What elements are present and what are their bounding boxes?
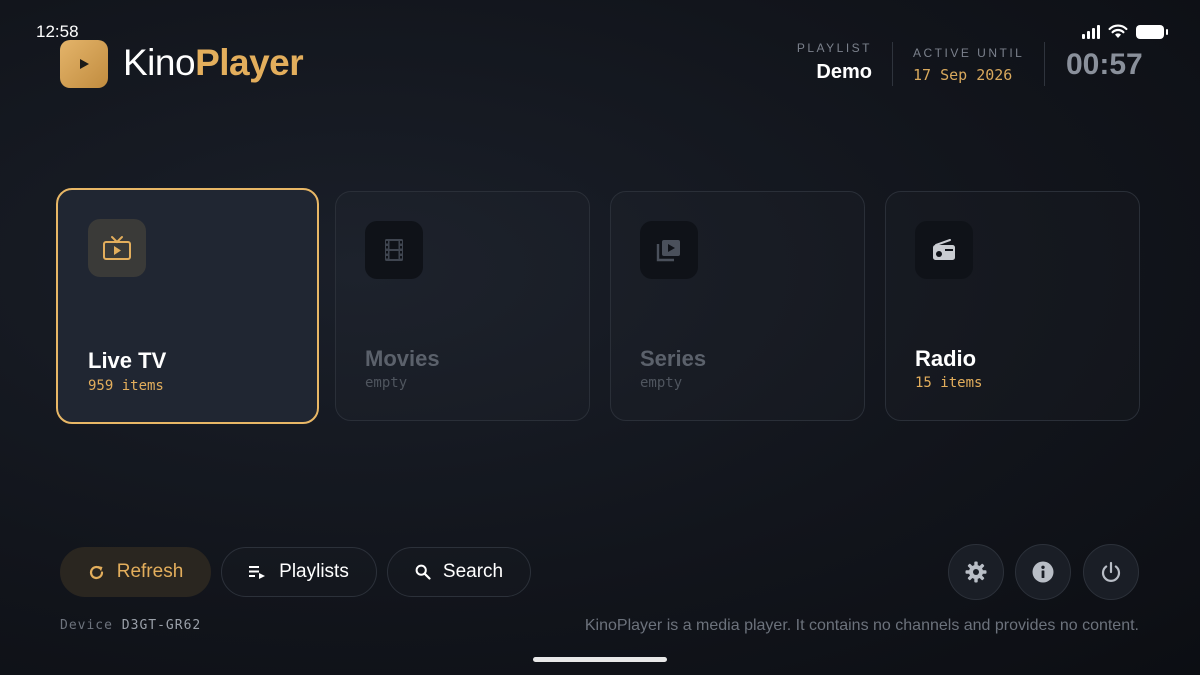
- playlist-info: PLAYLIST Demo: [770, 41, 872, 84]
- app-title: KinoPlayer: [123, 42, 304, 84]
- home-indicator[interactable]: [533, 657, 667, 662]
- info-icon: [1032, 561, 1054, 583]
- card-title: Radio: [915, 346, 977, 371]
- active-until-value: 17 Sep 2026: [913, 66, 1013, 84]
- card-movies[interactable]: Movies empty: [335, 191, 590, 421]
- status-icons: [1082, 24, 1168, 39]
- card-radio[interactable]: Radio 15 items: [885, 191, 1140, 421]
- refresh-button[interactable]: Refresh: [60, 547, 211, 597]
- battery-icon: [1136, 24, 1168, 39]
- info-button[interactable]: [1015, 544, 1071, 600]
- card-subtitle: 959 items: [88, 378, 164, 394]
- active-until-label: ACTIVE UNTIL: [913, 46, 1025, 60]
- device-info: Device D3GT-GR62: [60, 618, 201, 633]
- playlist-value: Demo: [816, 61, 872, 83]
- playlists-label: Playlists: [279, 561, 349, 582]
- header-divider: [892, 42, 893, 86]
- playlist-label: PLAYLIST: [796, 41, 872, 55]
- video-library-icon: [656, 240, 680, 262]
- device-id: D3GT-GR62: [121, 618, 202, 633]
- search-label: Search: [442, 561, 504, 582]
- app-title-part1: Kino: [123, 42, 196, 83]
- settings-button[interactable]: [948, 544, 1004, 600]
- power-icon: [1101, 561, 1121, 582]
- header-clock: 00:57: [1066, 48, 1143, 81]
- card-subtitle: empty: [640, 375, 683, 391]
- refresh-icon: [89, 565, 103, 579]
- search-button[interactable]: Search: [387, 547, 531, 597]
- card-title: Series: [640, 346, 707, 371]
- wifi-icon: [1108, 24, 1128, 38]
- play-icon: [80, 59, 89, 69]
- device-label: Device: [60, 618, 113, 633]
- playlists-button[interactable]: Playlists: [221, 547, 377, 597]
- power-button[interactable]: [1083, 544, 1139, 600]
- card-icon-box: [640, 221, 698, 279]
- card-icon-box: [88, 219, 146, 277]
- card-series[interactable]: Series empty: [610, 191, 865, 421]
- active-until-info: ACTIVE UNTIL 17 Sep 2026: [913, 46, 1024, 84]
- radio-icon: [933, 239, 955, 260]
- tv-icon: [103, 236, 131, 260]
- app-logo: [60, 40, 108, 88]
- film-icon: [385, 239, 403, 261]
- card-icon-box: [915, 221, 973, 279]
- app-title-part2: Player: [195, 42, 304, 83]
- card-title: Live TV: [88, 348, 167, 373]
- refresh-label: Refresh: [116, 561, 184, 582]
- search-icon: [415, 564, 431, 580]
- cell-signal-icon: [1082, 24, 1100, 39]
- card-live-tv[interactable]: Live TV 959 items: [56, 188, 319, 424]
- disclaimer-text: KinoPlayer is a media player. It contain…: [584, 617, 1139, 634]
- card-icon-box: [365, 221, 423, 279]
- card-subtitle: 15 items: [915, 375, 983, 391]
- card-title: Movies: [365, 346, 440, 371]
- card-subtitle: empty: [365, 375, 408, 391]
- status-clock: 12:58: [36, 22, 79, 41]
- gear-icon: [965, 561, 987, 583]
- header-divider: [1044, 42, 1045, 86]
- playlist-play-icon: [249, 566, 266, 579]
